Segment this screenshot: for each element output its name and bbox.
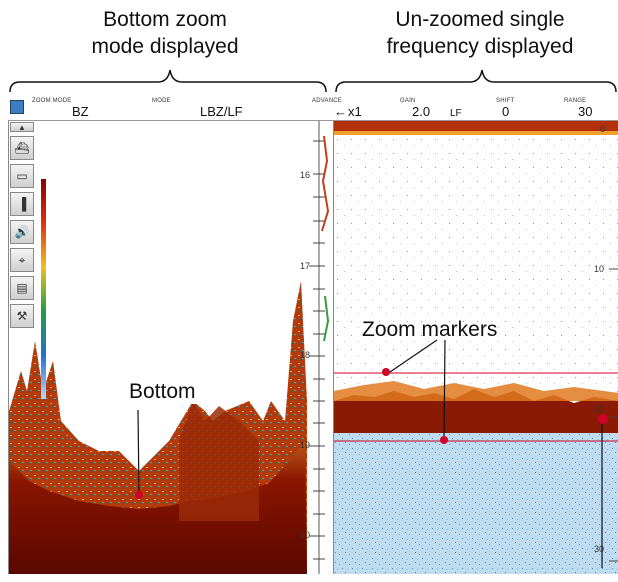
- bottom-dot: [135, 491, 143, 499]
- range-marker-dot: [598, 414, 608, 424]
- zoom-marker-dot-upper: [382, 368, 390, 376]
- zoom-marker-dot-lower: [440, 436, 448, 444]
- annotation-leaders: [137, 339, 603, 568]
